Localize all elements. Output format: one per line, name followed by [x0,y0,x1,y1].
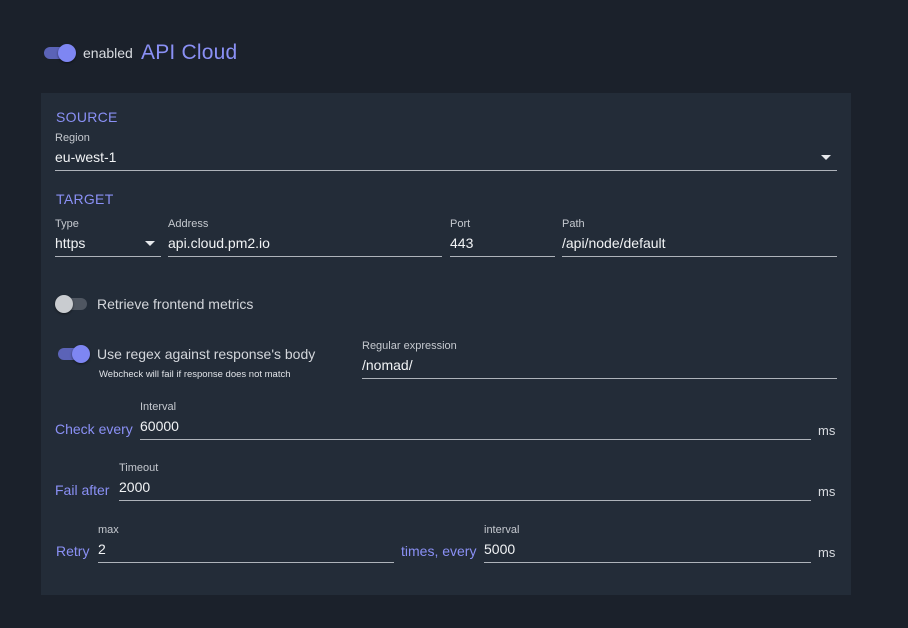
page-title: API Cloud [141,41,238,64]
timeout-input[interactable]: 2000 [119,477,811,501]
interval-input[interactable]: 60000 [140,416,811,440]
settings-panel: SOURCE Region eu-west-1 TARGET Type http… [41,93,851,595]
check-every-label: Check every [55,421,133,437]
path-value: /api/node/default [562,235,666,251]
chevron-down-icon [821,155,831,160]
check-every-unit: ms [818,423,836,438]
path-label: Path [562,218,585,230]
port-underline [450,256,555,257]
enabled-toggle-knob [58,44,76,62]
address-label: Address [168,218,209,230]
region-label: Region [55,132,90,144]
regex-field-label: Regular expression [362,340,457,352]
retry-max-input[interactable]: 2 [98,539,394,563]
target-section-title: TARGET [56,191,114,207]
retry-max-underline [98,562,394,563]
regex-underline [362,378,837,379]
frontend-metrics-label: Retrieve frontend metrics [97,296,254,312]
address-underline [168,256,442,257]
fail-after-unit: ms [818,484,836,499]
frontend-metrics-toggle-knob [55,295,73,313]
interval-underline [140,439,811,440]
source-section-title: SOURCE [56,109,118,125]
regex-value: /nomad/ [362,357,413,373]
regex-toggle-knob [72,345,90,363]
regex-label: Use regex against response's body [97,346,316,362]
retry-interval-value: 5000 [484,541,516,557]
retry-interval-input[interactable]: 5000 [484,539,811,563]
retry-label: Retry [56,543,90,559]
interval-value: 60000 [140,418,179,434]
fail-after-label: Fail after [55,482,110,498]
enabled-toggle[interactable] [42,43,76,63]
frontend-metrics-toggle[interactable] [55,294,89,314]
path-underline [562,256,837,257]
type-label: Type [55,218,79,230]
address-input[interactable]: api.cloud.pm2.io [168,233,442,257]
timeout-underline [119,500,811,501]
port-input[interactable]: 443 [450,233,555,257]
port-label: Port [450,218,471,230]
retry-max-label: max [98,524,119,536]
type-select[interactable]: https [55,233,161,257]
retry-interval-underline [484,562,811,563]
region-select[interactable]: eu-west-1 [55,147,837,171]
interval-label: Interval [140,401,177,413]
retry-unit: ms [818,545,836,560]
type-underline [55,256,161,257]
chevron-down-icon [145,241,155,246]
timeout-value: 2000 [119,479,151,495]
address-value: api.cloud.pm2.io [168,235,270,251]
region-value: eu-west-1 [55,149,117,165]
regex-toggle[interactable] [56,344,90,364]
retry-times-every-label: times, every [401,543,477,559]
port-value: 443 [450,235,474,251]
region-underline [55,170,837,171]
retry-interval-label: interval [484,524,520,536]
regex-hint: Webcheck will fail if response does not … [99,369,291,380]
regex-input[interactable]: /nomad/ [362,355,837,379]
timeout-label: Timeout [119,462,159,474]
retry-max-value: 2 [98,541,106,557]
path-input[interactable]: /api/node/default [562,233,837,257]
enabled-label: enabled [83,45,133,61]
type-value: https [55,235,86,251]
